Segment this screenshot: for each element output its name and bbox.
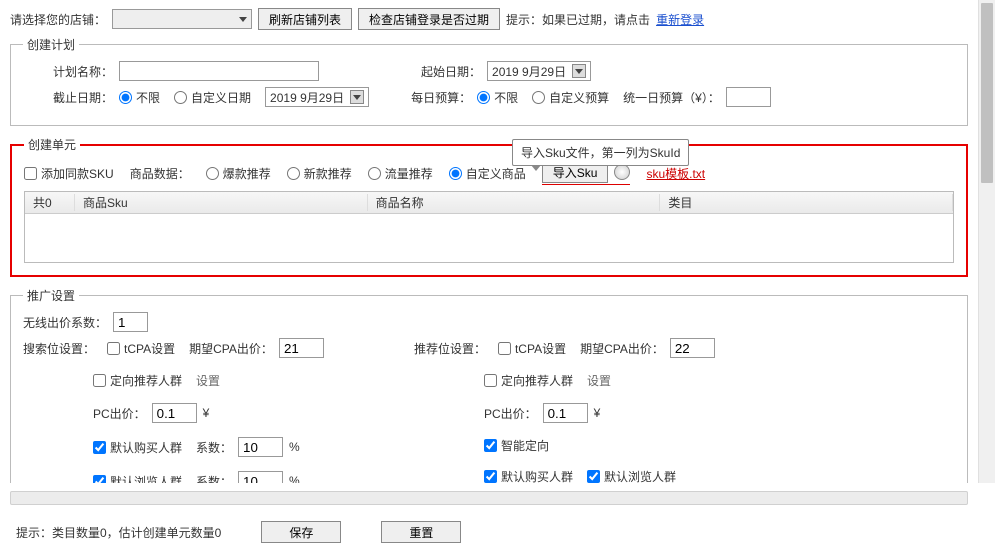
promo-settings-fieldset: 推广设置 无线出价系数： 搜索位设置： tCPA设置 期望CPA出价： 定向推荐… bbox=[10, 287, 968, 483]
wireless-ratio-input[interactable] bbox=[113, 312, 148, 332]
search-default-browse-checkbox[interactable]: 默认浏览人群 bbox=[93, 473, 182, 484]
source-custom-radio[interactable]: 自定义商品 bbox=[449, 165, 526, 182]
store-select-label: 请选择您的店铺： bbox=[10, 11, 106, 28]
top-bar: 请选择您的店铺： 刷新店铺列表 检查店铺登录是否过期 提示：如果已过期，请点击 … bbox=[10, 8, 968, 30]
search-default-buy-checkbox[interactable]: 默认购买人群 bbox=[93, 439, 182, 456]
th-name: 商品名称 bbox=[368, 194, 661, 211]
reset-button[interactable]: 重置 bbox=[381, 521, 461, 543]
th-count: 共0 bbox=[25, 194, 75, 211]
horizontal-scrollbar[interactable] bbox=[10, 491, 968, 505]
search-browse-ratio-input[interactable] bbox=[238, 471, 283, 483]
th-category: 类目 bbox=[660, 194, 953, 211]
search-cpa-input[interactable] bbox=[279, 338, 324, 358]
search-position-column: 搜索位设置： tCPA设置 期望CPA出价： 定向推荐人群 设置 PC出价： ¥… bbox=[23, 338, 324, 483]
rec-smart-target-checkbox[interactable]: 智能定向 bbox=[484, 437, 549, 454]
source-flow-radio[interactable]: 流量推荐 bbox=[368, 165, 433, 182]
search-buy-ratio-input[interactable] bbox=[238, 437, 283, 457]
wireless-ratio-label: 无线出价系数： bbox=[23, 314, 107, 331]
search-pc-bid-input[interactable] bbox=[152, 403, 197, 423]
calendar-dropdown-icon bbox=[350, 90, 364, 104]
product-source-label: 商品数据： bbox=[130, 165, 190, 182]
promo-settings-legend: 推广设置 bbox=[23, 287, 79, 304]
plan-name-input[interactable] bbox=[119, 61, 319, 81]
deadline-nolimit-radio[interactable]: 不限 bbox=[119, 89, 160, 106]
recommendation-position-column: 推荐位设置： tCPA设置 期望CPA出价： 定向推荐人群 设置 PC出价： ¥… bbox=[414, 338, 715, 483]
search-pos-label: 搜索位设置： bbox=[23, 340, 95, 357]
import-sku-help-icon[interactable] bbox=[614, 164, 630, 180]
relogin-link[interactable]: 重新登录 bbox=[656, 11, 704, 28]
create-plan-fieldset: 创建计划 计划名称： 起始日期： 2019 9月29日 截止日期： 不限 自定义… bbox=[10, 36, 968, 126]
search-targeted-setting-link[interactable]: 设置 bbox=[196, 372, 220, 389]
sku-template-link[interactable]: sku模板.txt bbox=[646, 165, 705, 182]
rec-targeted-group-checkbox[interactable]: 定向推荐人群 bbox=[484, 372, 573, 389]
sku-table-body[interactable] bbox=[25, 214, 953, 262]
store-dropdown[interactable] bbox=[112, 9, 252, 29]
start-date-picker[interactable]: 2019 9月29日 bbox=[487, 61, 591, 81]
start-date-value: 2019 9月29日 bbox=[492, 63, 566, 80]
create-plan-legend: 创建计划 bbox=[23, 36, 79, 53]
source-new-radio[interactable]: 新款推荐 bbox=[287, 165, 352, 182]
sku-table-header: 共0 商品Sku 商品名称 类目 bbox=[25, 192, 953, 214]
sku-table: 共0 商品Sku 商品名称 类目 bbox=[24, 191, 954, 263]
rec-cpa-input[interactable] bbox=[670, 338, 715, 358]
search-targeted-group-checkbox[interactable]: 定向推荐人群 bbox=[93, 372, 182, 389]
search-tcpa-checkbox[interactable]: tCPA设置 bbox=[107, 340, 175, 357]
main-scroll-area[interactable]: 请选择您的店铺： 刷新店铺列表 检查店铺登录是否过期 提示：如果已过期，请点击 … bbox=[0, 0, 978, 483]
import-sku-tooltip: 导入Sku文件，第一列为SkuId bbox=[512, 139, 689, 166]
budget-custom-radio[interactable]: 自定义预算 bbox=[532, 89, 609, 106]
rec-tcpa-checkbox[interactable]: tCPA设置 bbox=[498, 340, 566, 357]
deadline-date-picker[interactable]: 2019 9月29日 bbox=[265, 87, 369, 107]
create-unit-fieldset: 创建单元 导入Sku文件，第一列为SkuId 添加同款SKU 商品数据： 爆款推… bbox=[10, 136, 968, 277]
scrollbar-thumb[interactable] bbox=[981, 3, 993, 183]
percent-symbol: % bbox=[289, 474, 300, 483]
search-cpa-label: 期望CPA出价： bbox=[189, 340, 273, 357]
rec-default-buy-checkbox[interactable]: 默认购买人群 bbox=[484, 468, 573, 483]
footer-hint: 提示：类目数量0，估计创建单元数量0 bbox=[16, 524, 221, 541]
search-pc-bid-label: PC出价： bbox=[93, 405, 146, 422]
source-hot-radio[interactable]: 爆款推荐 bbox=[206, 165, 271, 182]
currency-symbol: ¥ bbox=[594, 406, 601, 420]
currency-symbol: ¥ bbox=[203, 406, 210, 420]
save-button[interactable]: 保存 bbox=[261, 521, 341, 543]
calendar-dropdown-icon bbox=[572, 64, 586, 78]
rec-cpa-label: 期望CPA出价： bbox=[580, 340, 664, 357]
add-same-sku-checkbox[interactable]: 添加同款SKU bbox=[24, 165, 114, 182]
deadline-date-value: 2019 9月29日 bbox=[270, 89, 344, 106]
deadline-label: 截止日期： bbox=[53, 89, 113, 106]
search-browse-ratio-label: 系数： bbox=[196, 473, 232, 484]
th-sku: 商品Sku bbox=[75, 194, 368, 211]
rec-targeted-setting-link[interactable]: 设置 bbox=[587, 372, 611, 389]
percent-symbol: % bbox=[289, 440, 300, 454]
vertical-scrollbar[interactable] bbox=[978, 0, 995, 483]
search-buy-ratio-label: 系数： bbox=[196, 439, 232, 456]
refresh-stores-button[interactable]: 刷新店铺列表 bbox=[258, 8, 352, 30]
plan-name-label: 计划名称： bbox=[53, 63, 113, 80]
hint-text: 提示：如果已过期，请点击 bbox=[506, 11, 650, 28]
rec-pc-bid-input[interactable] bbox=[543, 403, 588, 423]
chevron-down-icon bbox=[239, 17, 247, 22]
daily-budget-label: 每日预算： bbox=[411, 89, 471, 106]
create-unit-legend: 创建单元 bbox=[24, 136, 80, 153]
start-date-label: 起始日期： bbox=[421, 63, 481, 80]
rec-pos-label: 推荐位设置： bbox=[414, 340, 486, 357]
check-login-button[interactable]: 检查店铺登录是否过期 bbox=[358, 8, 500, 30]
unified-budget-label: 统一日预算（¥）： bbox=[623, 89, 720, 106]
rec-pc-bid-label: PC出价： bbox=[484, 405, 537, 422]
unified-budget-input[interactable] bbox=[726, 87, 771, 107]
footer: 提示：类目数量0，估计创建单元数量0 保存 重置 bbox=[0, 511, 978, 553]
deadline-custom-radio[interactable]: 自定义日期 bbox=[174, 89, 251, 106]
rec-default-browse-checkbox[interactable]: 默认浏览人群 bbox=[587, 468, 676, 483]
budget-nolimit-radio[interactable]: 不限 bbox=[477, 89, 518, 106]
